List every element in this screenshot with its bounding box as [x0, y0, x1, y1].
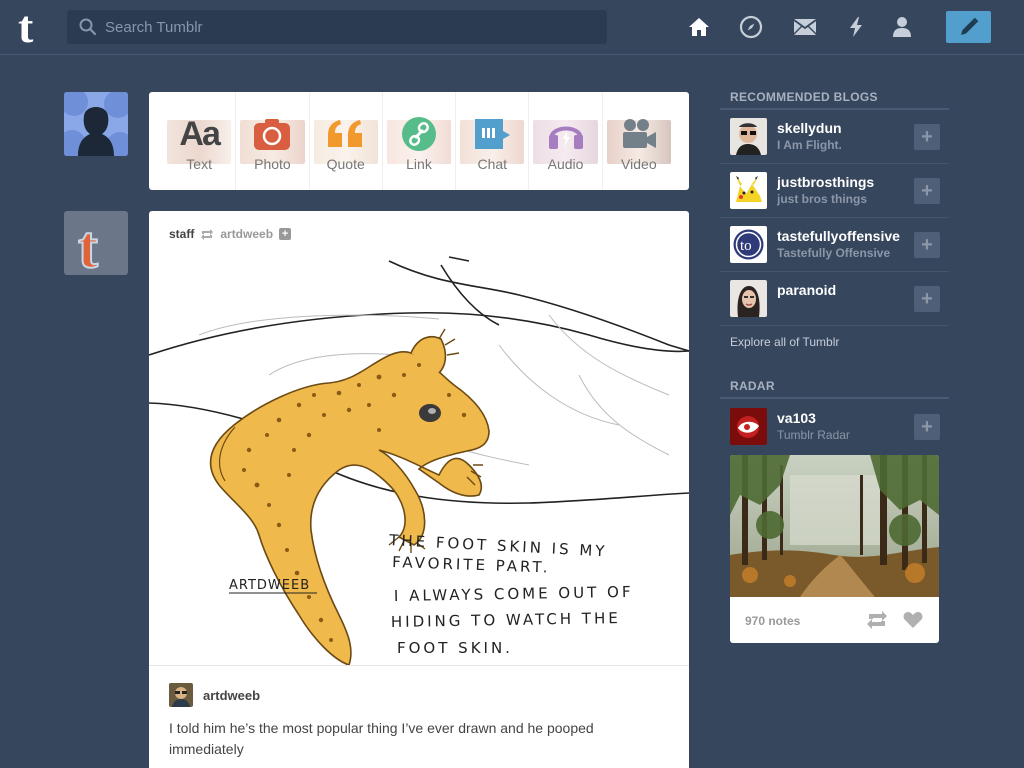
user-avatar[interactable] — [64, 92, 128, 156]
svg-text:FOOT SKIN.: FOOT SKIN. — [397, 639, 513, 657]
follow-button[interactable]: + — [914, 124, 940, 150]
camera-icon — [253, 114, 291, 154]
recommended-blog-item[interactable]: paranoid + — [720, 272, 949, 326]
text-aa-icon: Aa — [179, 114, 220, 153]
follow-button[interactable]: + — [914, 286, 940, 312]
post-header: staff artdweeb + — [169, 227, 292, 241]
post-type-quote[interactable]: Quote — [310, 92, 383, 190]
svg-text:ARTDWEEB: ARTDWEEB — [229, 578, 310, 593]
recommended-blog-item[interactable]: to tastefullyoffensive Tastefully Offens… — [720, 218, 949, 272]
pencil-icon — [960, 17, 978, 35]
follow-plus-icon[interactable]: + — [279, 228, 292, 240]
tumblr-logo-icon[interactable]: t — [16, 6, 52, 48]
svg-text:to: to — [740, 238, 752, 254]
forest-photo — [730, 455, 939, 597]
post-divider — [149, 665, 689, 666]
quote-icon — [326, 114, 366, 154]
like-heart-icon[interactable] — [903, 611, 923, 634]
post-caption: I told him he’s the most popular thing I… — [169, 720, 594, 757]
inbox-mail-icon[interactable] — [792, 14, 818, 40]
home-icon[interactable] — [686, 14, 712, 40]
post-type-video[interactable]: Video — [603, 92, 675, 190]
post-type-photo[interactable]: Photo — [236, 92, 310, 190]
reblog-icon[interactable] — [866, 611, 888, 634]
staff-avatar[interactable]: t — [64, 211, 128, 275]
caption-author-link[interactable]: artdweeb — [203, 688, 260, 703]
search-box — [67, 10, 607, 44]
activity-lightning-icon[interactable] — [843, 14, 869, 40]
recommended-blog-item[interactable]: justbrosthings just bros things + — [720, 164, 949, 218]
follow-button[interactable]: + — [914, 178, 940, 204]
post-type-audio[interactable]: Audio — [529, 92, 603, 190]
search-input[interactable] — [105, 10, 595, 44]
va103-avatar — [730, 408, 767, 445]
recommended-blog-item[interactable]: skellydun I Am Flight. + — [720, 110, 949, 164]
skellydun-avatar — [730, 118, 767, 155]
search-icon — [79, 18, 97, 36]
radar-title: RADAR — [730, 379, 775, 393]
post-type-link[interactable]: Link — [383, 92, 457, 190]
follow-button[interactable]: + — [914, 232, 940, 258]
svg-text:t: t — [18, 6, 34, 48]
post-type-chat[interactable]: Chat — [456, 92, 530, 190]
top-navigation-bar: t — [0, 0, 1024, 55]
notes-count[interactable]: 970 notes — [745, 614, 800, 628]
follow-button[interactable]: + — [914, 414, 940, 440]
svg-text:t: t — [78, 214, 98, 275]
chat-icon — [473, 114, 511, 154]
tastefullyoffensive-avatar: to — [730, 226, 767, 263]
sidebar-divider — [720, 397, 949, 399]
explore-all-link[interactable]: Explore all of Tumblr — [730, 335, 839, 349]
paranoid-avatar — [730, 280, 767, 317]
gecko-drawing-image: THE FOOT SKIN IS MY FAVORITE PART. I ALW… — [149, 255, 689, 665]
artdweeb-avatar[interactable] — [169, 683, 193, 707]
reblog-icon — [201, 228, 214, 240]
post-type-text[interactable]: Aa Text — [163, 92, 237, 190]
account-person-icon[interactable] — [889, 14, 915, 40]
dashboard-post: staff artdweeb + THE FOOT SKIN IS MY FAV… — [149, 211, 689, 768]
explore-compass-icon[interactable] — [738, 14, 764, 40]
radar-post-card: 970 notes — [730, 455, 939, 643]
link-icon — [401, 114, 437, 154]
post-type-selector: Aa Text Photo Quote Link Chat Audio Vide… — [149, 92, 689, 190]
compose-post-button[interactable] — [946, 11, 991, 43]
post-author-link[interactable]: staff — [169, 227, 194, 241]
justbrosthings-avatar — [730, 172, 767, 209]
caption-author: artdweeb — [169, 683, 260, 707]
video-camera-icon — [620, 114, 658, 154]
reblogged-from-link[interactable]: artdweeb — [220, 227, 273, 241]
radar-blog-item[interactable]: va103 Tumblr Radar + — [720, 400, 949, 454]
headphones-icon — [547, 114, 585, 154]
recommended-blogs-title: RECOMMENDED BLOGS — [730, 90, 878, 104]
